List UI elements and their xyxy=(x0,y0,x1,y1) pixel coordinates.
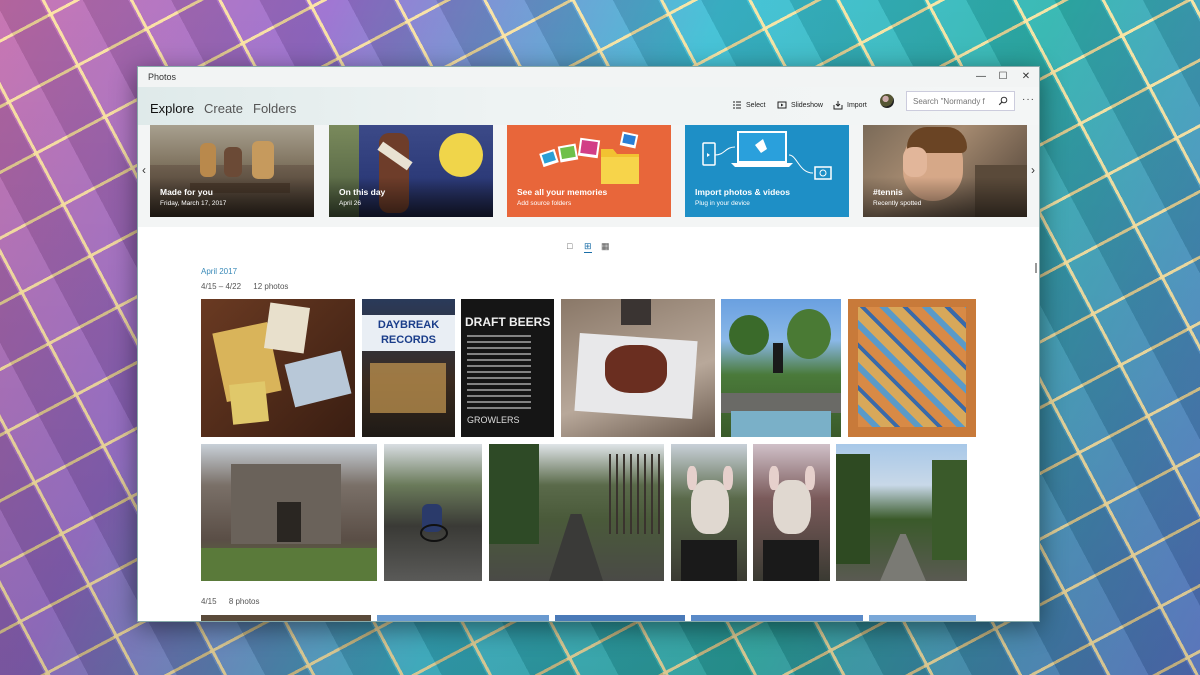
hero-card-title: Made for you xyxy=(160,187,213,197)
photo-thumbnail[interactable] xyxy=(691,615,863,621)
view-toggle-medium[interactable]: ⊞ xyxy=(584,241,592,253)
photo-thumbnail[interactable] xyxy=(836,444,967,581)
photo-thumbnail[interactable] xyxy=(377,615,549,621)
slideshow-icon xyxy=(777,101,787,109)
select-button[interactable]: Select xyxy=(732,100,765,110)
photo-thumbnail[interactable] xyxy=(555,615,685,621)
nav-bar: Explore Create Folders Select Slideshow … xyxy=(138,87,1039,127)
photo-thumbnail[interactable] xyxy=(848,299,976,437)
photo-thumbnail[interactable] xyxy=(201,299,355,437)
draft-beers-title: DRAFT BEERS xyxy=(465,315,551,329)
group-date-range: 4/15 – 4/22 xyxy=(201,282,242,291)
photo-thumbnail[interactable] xyxy=(489,444,664,581)
search-box[interactable] xyxy=(906,91,1015,111)
photo-thumbnail[interactable] xyxy=(561,299,715,437)
photo-thumbnail[interactable] xyxy=(721,299,841,437)
hero-card-subtitle: Recently spotted xyxy=(873,200,922,207)
hero-carousel: ‹ Made for you Friday, March 17, 2017 On… xyxy=(138,125,1039,227)
view-toggle-small[interactable]: ▦ xyxy=(601,241,610,252)
scrollbar-thumb[interactable] xyxy=(1035,263,1037,273)
window-title: Photos xyxy=(148,72,177,82)
maximize-button[interactable]: ☐ xyxy=(993,70,1013,84)
photos-app-window: Photos — ☐ ✕ Explore Create Folders Sele… xyxy=(137,66,1040,622)
photo-thumbnail[interactable]: DAYBREAK RECORDS xyxy=(362,299,455,437)
hero-card-on-this-day[interactable]: On this day April 26 xyxy=(329,125,493,217)
hero-card-see-all-memories[interactable]: See all your memories Add source folders xyxy=(507,125,671,217)
hero-card-subtitle: Add source folders xyxy=(517,200,572,207)
group-photo-count: 8 photos xyxy=(228,597,260,606)
photo-thumbnail[interactable] xyxy=(869,615,976,621)
carousel-next-button[interactable]: › xyxy=(1028,163,1038,177)
group-header: 4/15 – 4/22 12 photos xyxy=(201,282,288,291)
search-icon[interactable] xyxy=(998,96,1008,106)
account-avatar[interactable] xyxy=(880,94,894,108)
group-header: 4/15 8 photos xyxy=(201,597,260,606)
photo-thumbnail[interactable] xyxy=(201,615,371,621)
import-devices-icon xyxy=(702,131,832,180)
hero-card-title: See all your memories xyxy=(517,187,608,197)
select-label: Select xyxy=(746,101,766,109)
carousel-prev-button[interactable]: ‹ xyxy=(139,163,149,177)
close-button[interactable]: ✕ xyxy=(1016,70,1036,84)
memories-folder-icon xyxy=(539,131,639,184)
hero-card-tennis[interactable]: #tennis Recently spotted xyxy=(863,125,1027,217)
minimize-button[interactable]: — xyxy=(971,70,991,84)
import-button[interactable]: Import xyxy=(833,100,867,110)
import-label: Import xyxy=(847,101,867,109)
view-toggle-large[interactable]: □ xyxy=(567,241,572,251)
hero-card-import-photos[interactable]: Import photos & videos Plug in your devi… xyxy=(685,125,849,217)
tab-create[interactable]: Create xyxy=(204,101,243,116)
group-photo-count: 12 photos xyxy=(253,282,289,291)
group-date-range: 4/15 xyxy=(201,597,217,606)
photo-thumbnail[interactable] xyxy=(753,444,830,581)
photo-thumbnail[interactable]: DRAFT BEERS GROWLERS xyxy=(461,299,554,437)
hero-card-title: Import photos & videos xyxy=(695,187,790,197)
tab-folders[interactable]: Folders xyxy=(253,101,296,116)
photo-thumbnail[interactable] xyxy=(671,444,747,581)
photo-thumbnail[interactable] xyxy=(384,444,482,581)
photo-thumbnail[interactable] xyxy=(201,444,377,581)
hero-card-title: On this day xyxy=(339,187,386,197)
hero-card-made-for-you[interactable]: Made for you Friday, March 17, 2017 xyxy=(150,125,314,217)
select-icon xyxy=(733,101,741,109)
daybreak-sign-text: DAYBREAK RECORDS xyxy=(377,319,440,346)
search-input[interactable] xyxy=(913,97,991,106)
month-heading: April 2017 xyxy=(201,267,238,276)
slideshow-button[interactable]: Slideshow xyxy=(777,100,823,110)
hero-card-subtitle: Friday, March 17, 2017 xyxy=(160,200,227,207)
import-icon xyxy=(833,101,843,110)
slideshow-label: Slideshow xyxy=(791,101,823,109)
hero-card-subtitle: April 26 xyxy=(339,200,362,207)
growlers-text: GROWLERS xyxy=(467,415,520,425)
title-bar: Photos — ☐ ✕ xyxy=(138,67,1039,87)
hero-card-subtitle: Plug in your device xyxy=(695,200,750,207)
hero-card-title: #tennis xyxy=(873,187,903,197)
tab-explore[interactable]: Explore xyxy=(150,101,194,116)
more-options-button[interactable]: ··· xyxy=(1022,94,1035,105)
